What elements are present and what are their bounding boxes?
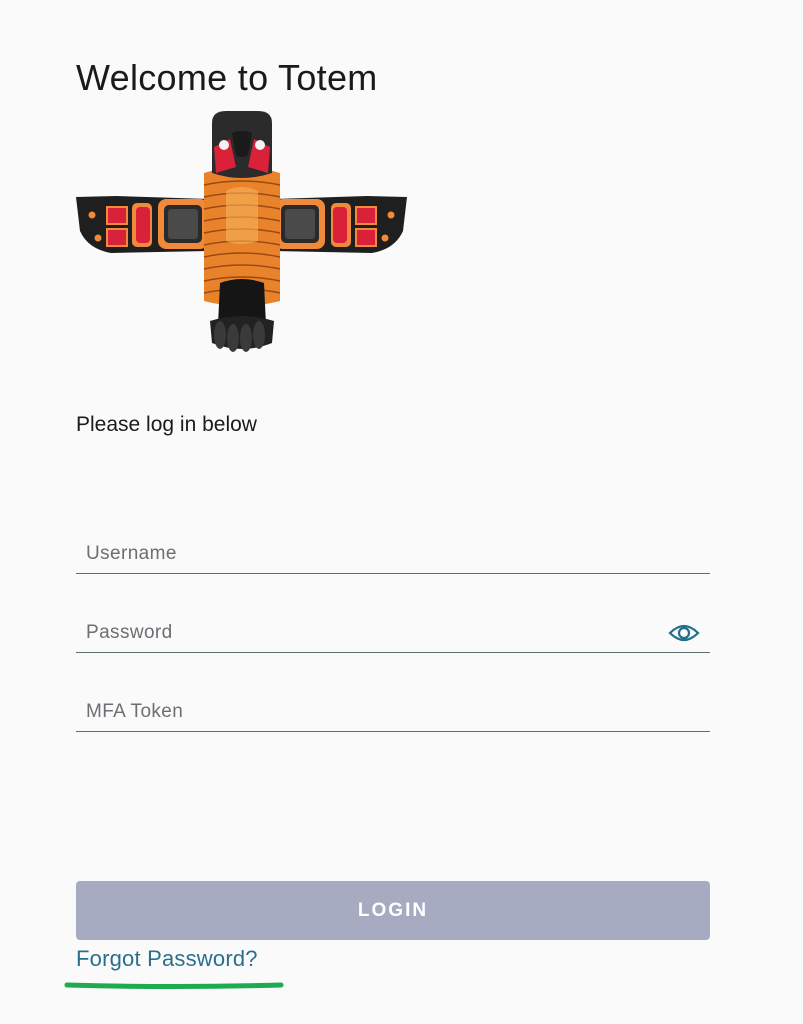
- username-input[interactable]: [76, 535, 666, 573]
- forgot-password-link[interactable]: Forgot Password?: [76, 944, 258, 974]
- password-field: [76, 614, 710, 653]
- login-instructions: Please log in below: [76, 413, 257, 436]
- username-field: [76, 535, 710, 574]
- highlight-underline: [64, 982, 284, 989]
- login-button[interactable]: LOGIN: [76, 881, 710, 940]
- show-password-toggle[interactable]: [668, 620, 700, 646]
- eye-icon: [668, 624, 700, 642]
- totem-logo: [76, 111, 407, 352]
- page-title: Welcome to Totem: [76, 57, 378, 98]
- password-input[interactable]: [76, 614, 666, 652]
- mfa-token-input[interactable]: [76, 693, 666, 731]
- mfa-token-field: [76, 693, 710, 732]
